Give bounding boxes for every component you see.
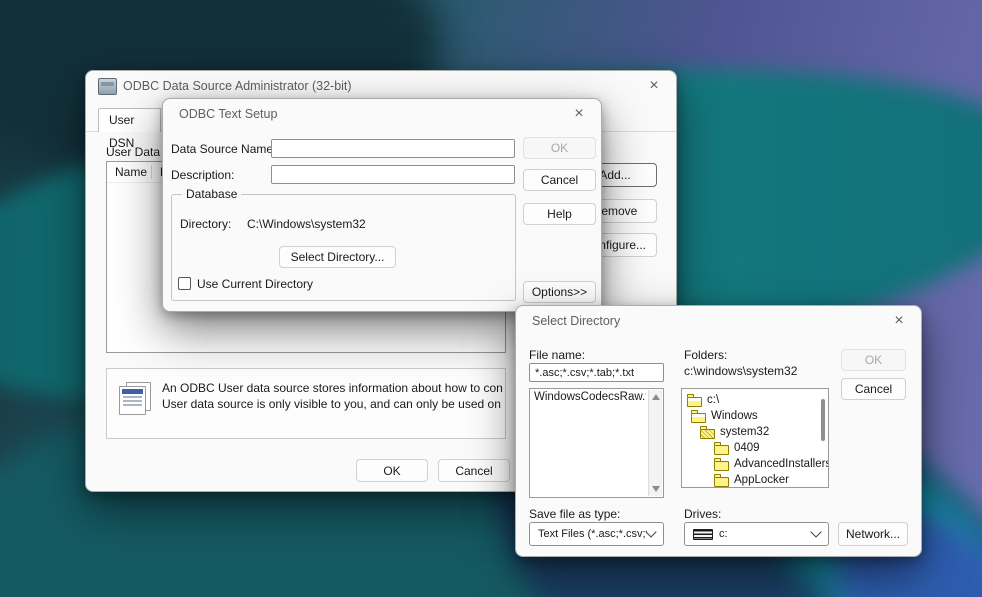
doc-line bbox=[123, 404, 142, 406]
dialog-title: ODBC Text Setup bbox=[179, 99, 277, 129]
button-label: Help bbox=[547, 207, 572, 221]
tree-scrollbar-thumb[interactable] bbox=[821, 399, 825, 441]
tree-item-label: Windows bbox=[711, 410, 758, 422]
tree-item-label: system32 bbox=[720, 426, 769, 438]
tree-item-label: AppLocker bbox=[734, 474, 789, 486]
button-label: OK bbox=[383, 464, 400, 478]
options-button[interactable]: Options>> bbox=[523, 281, 596, 303]
directory-value: C:\Windows\system32 bbox=[247, 217, 366, 231]
odbc-text-setup-dialog: ODBC Text Setup × Data Source Name: Desc… bbox=[162, 98, 602, 312]
info-text-line1: An ODBC User data source stores informat… bbox=[162, 380, 503, 396]
window-title: ODBC Data Source Administrator (32-bit) bbox=[123, 71, 352, 101]
tab-user-dsn[interactable]: User DSN bbox=[98, 108, 161, 132]
tree-item-label: 0409 bbox=[734, 442, 760, 454]
button-label: OK bbox=[865, 353, 882, 367]
button-label: Network... bbox=[846, 527, 900, 541]
button-label: Cancel bbox=[855, 382, 892, 396]
file-name-label: File name: bbox=[529, 348, 585, 362]
button-label: Add... bbox=[599, 168, 630, 182]
current-path: c:\windows\system32 bbox=[684, 364, 797, 378]
desktop: ODBC Data Source Administrator (32-bit) … bbox=[0, 0, 982, 597]
file-list-item[interactable]: WindowsCodecsRaw.txt bbox=[530, 389, 646, 405]
open-folder-icon bbox=[687, 397, 702, 407]
ok-button[interactable]: OK bbox=[356, 459, 428, 482]
drive-value: c: bbox=[719, 528, 812, 540]
database-group: Database Directory: C:\Windows\system32 … bbox=[171, 194, 516, 301]
tree-item-0409[interactable]: 0409 bbox=[682, 440, 828, 456]
description-input[interactable] bbox=[271, 165, 515, 184]
ok-button: OK bbox=[523, 137, 596, 159]
button-label: Select Directory... bbox=[291, 250, 385, 264]
folder-tree[interactable]: c:\ Windows system32 0409 AdvancedInstal… bbox=[681, 388, 829, 488]
file-list[interactable]: WindowsCodecsRaw.txt bbox=[529, 388, 664, 498]
button-label: OK bbox=[551, 141, 568, 155]
select-directory-button[interactable]: Select Directory... bbox=[279, 246, 396, 268]
save-type-label: Save file as type: bbox=[529, 507, 620, 521]
closed-folder-icon bbox=[714, 461, 729, 471]
tree-item-label: AdvancedInstallers bbox=[734, 458, 828, 470]
dialog-title: Select Directory bbox=[532, 306, 620, 336]
open-folder-icon bbox=[691, 413, 706, 423]
doc-header-bar bbox=[122, 389, 143, 394]
info-text-line2: User data source is only visible to you,… bbox=[162, 396, 503, 412]
tree-item-applocker[interactable]: AppLocker bbox=[682, 472, 828, 488]
close-icon[interactable]: × bbox=[638, 71, 670, 101]
dsn-input[interactable] bbox=[271, 139, 515, 158]
cancel-button[interactable]: Cancel bbox=[438, 459, 510, 482]
doc-line bbox=[123, 396, 142, 398]
tree-item-windows[interactable]: Windows bbox=[682, 408, 828, 424]
tree-item-c-drive[interactable]: c:\ bbox=[682, 392, 828, 408]
current-folder-icon bbox=[700, 429, 715, 439]
help-button[interactable]: Help bbox=[523, 203, 596, 225]
close-icon[interactable]: × bbox=[563, 99, 595, 129]
save-type-value: Text Files (*.asc;*.csv;*. bbox=[538, 528, 647, 540]
button-label: Cancel bbox=[455, 464, 492, 478]
network-button[interactable]: Network... bbox=[838, 522, 908, 546]
button-label: Cancel bbox=[541, 173, 578, 187]
dsn-label: Data Source Name: bbox=[171, 142, 276, 156]
odbc-app-icon bbox=[98, 78, 117, 95]
database-group-label: Database bbox=[182, 187, 241, 201]
tab-label: User DSN bbox=[109, 113, 134, 150]
close-icon[interactable]: × bbox=[883, 306, 915, 336]
doc-line bbox=[123, 400, 142, 402]
save-type-dropdown[interactable]: Text Files (*.asc;*.csv;*. bbox=[529, 522, 664, 546]
info-panel: An ODBC User data source stores informat… bbox=[106, 368, 506, 439]
cancel-button[interactable]: Cancel bbox=[523, 169, 596, 191]
button-label: Options>> bbox=[532, 285, 587, 299]
directory-label: Directory: bbox=[180, 217, 231, 231]
column-header-name[interactable]: Name bbox=[107, 165, 152, 179]
folders-label: Folders: bbox=[684, 348, 727, 362]
select-directory-dialog: Select Directory × File name: WindowsCod… bbox=[515, 305, 922, 557]
drives-label: Drives: bbox=[684, 507, 721, 521]
use-current-directory-checkbox[interactable] bbox=[178, 277, 191, 290]
scroll-up-icon[interactable] bbox=[652, 394, 660, 400]
chevron-down-icon bbox=[810, 526, 821, 537]
tree-item-system32[interactable]: system32 bbox=[682, 424, 828, 440]
file-list-scrollbar[interactable] bbox=[648, 390, 662, 496]
drive-icon bbox=[693, 529, 713, 540]
cancel-button[interactable]: Cancel bbox=[841, 378, 906, 400]
scroll-down-icon[interactable] bbox=[652, 486, 660, 492]
drives-dropdown[interactable]: c: bbox=[684, 522, 829, 546]
ok-button: OK bbox=[841, 349, 906, 371]
tree-item-advancedinstallers[interactable]: AdvancedInstallers bbox=[682, 456, 828, 472]
description-label: Description: bbox=[171, 168, 234, 182]
odbc-text-file-icon bbox=[119, 382, 153, 416]
closed-folder-icon bbox=[714, 477, 729, 487]
chevron-down-icon bbox=[645, 526, 656, 537]
doc-front-sheet bbox=[119, 386, 146, 415]
file-name-input[interactable] bbox=[529, 363, 664, 382]
closed-folder-icon bbox=[714, 445, 729, 455]
tree-item-label: c:\ bbox=[707, 394, 719, 406]
info-text: An ODBC User data source stores informat… bbox=[162, 380, 503, 412]
use-current-directory-label: Use Current Directory bbox=[197, 277, 313, 291]
